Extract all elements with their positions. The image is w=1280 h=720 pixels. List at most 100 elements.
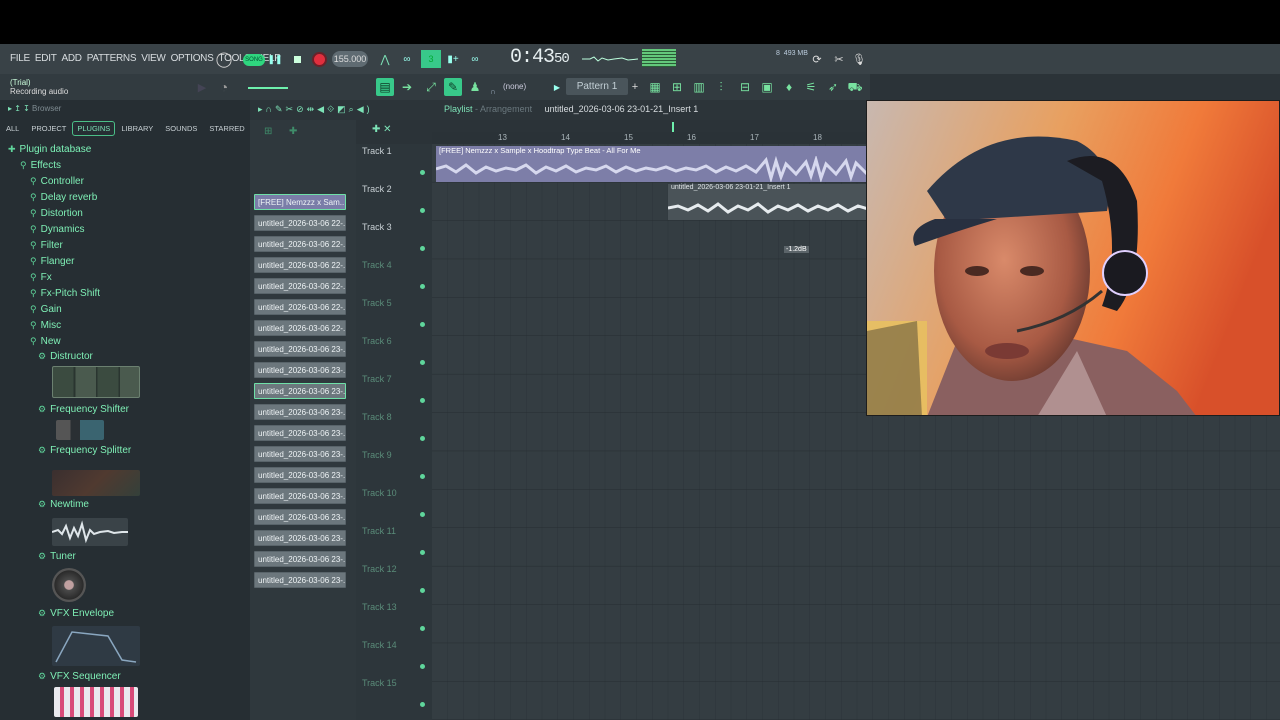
channel-rack-view-icon[interactable]: ▥: [690, 78, 708, 96]
track-mute-led[interactable]: [420, 550, 425, 555]
panel-arrow-icon[interactable]: ▶: [196, 78, 208, 96]
track-label[interactable]: Track 1: [362, 146, 392, 156]
track-label[interactable]: Track 8: [362, 412, 392, 422]
tree-folder-controller[interactable]: ⚲ Controller: [30, 176, 84, 187]
track-mute-led[interactable]: [420, 436, 425, 441]
track-mute-led[interactable]: [420, 474, 425, 479]
timeline-ruler[interactable]: 13 14 15 16 17 18: [432, 132, 868, 144]
cpu-icon[interactable]: ⟳: [808, 50, 826, 68]
menu-file[interactable]: FILE: [10, 53, 30, 64]
tab-project[interactable]: PROJECT: [25, 120, 72, 138]
clip-item[interactable]: untitled_2026-03-06 23-..: [254, 341, 346, 357]
tab-all[interactable]: ALL: [0, 120, 25, 138]
clip-item[interactable]: untitled_2026-03-06 23-..: [254, 530, 346, 546]
clip-item[interactable]: untitled_2026-03-06 22-..: [254, 257, 346, 273]
tree-folder-delay-reverb[interactable]: ⚲ Delay reverb: [30, 192, 97, 203]
vfx-envelope-thumbnail[interactable]: [52, 626, 140, 666]
plugin-tuner[interactable]: ⚙ Tuner: [38, 551, 76, 562]
track-label[interactable]: Track 3: [362, 222, 392, 232]
pattern-selector[interactable]: Pattern 1: [566, 78, 628, 95]
clip-item[interactable]: untitled_2026-03-06 23-..: [254, 488, 346, 504]
tree-folder-new[interactable]: ⚲ New: [30, 336, 61, 347]
clip-item[interactable]: untitled_2026-03-06 23-..: [254, 362, 346, 378]
browser-nav-icons[interactable]: ▸ ↥ ↧: [8, 104, 30, 113]
mic-icon[interactable]: 🎙: [852, 50, 866, 68]
playlist-icon[interactable]: ▦: [646, 78, 664, 96]
tree-folder-misc[interactable]: ⚲ Misc: [30, 320, 61, 331]
track-label[interactable]: Track 5: [362, 298, 392, 308]
track-mute-led[interactable]: [420, 664, 425, 669]
tab-starred[interactable]: STARRED: [203, 120, 250, 138]
tree-folder-distortion[interactable]: ⚲ Distortion: [30, 208, 83, 219]
master-knob-icon[interactable]: ◔: [216, 78, 232, 96]
tools-icon[interactable]: ✂: [830, 50, 848, 68]
blend-icon[interactable]: ▮+: [444, 50, 462, 68]
master-volume-slider[interactable]: [248, 87, 288, 89]
track-label[interactable]: Track 13: [362, 602, 397, 612]
piano-roll-icon[interactable]: ⤢: [422, 78, 440, 96]
track-label[interactable]: Track 10: [362, 488, 397, 498]
track-mute-led[interactable]: [420, 360, 425, 365]
stop-icon[interactable]: [291, 50, 303, 68]
tab-sounds[interactable]: SOUNDS: [159, 120, 203, 138]
metronome-icon[interactable]: ⋀: [376, 50, 394, 68]
track-mute-led[interactable]: [420, 322, 425, 327]
track-mute-led[interactable]: [420, 588, 425, 593]
cpu-knob-icon[interactable]: ◯: [214, 50, 234, 68]
touch-keyboard-icon[interactable]: ♦: [780, 78, 798, 96]
clip-item[interactable]: untitled_2026-03-06 22-..: [254, 236, 346, 252]
loop-record-icon[interactable]: ∞: [466, 50, 484, 68]
distructor-thumbnail[interactable]: [52, 366, 140, 398]
clip-item[interactable]: untitled_2026-03-06 23-..: [254, 404, 346, 420]
piano-roll-view-icon[interactable]: ⊞: [668, 78, 686, 96]
track-mute-led[interactable]: [420, 246, 425, 251]
track-label[interactable]: Track 7: [362, 374, 392, 384]
track-label[interactable]: Track 15: [362, 678, 397, 688]
clip-item[interactable]: untitled_2026-03-06 23-..: [254, 467, 346, 483]
track-mute-led[interactable]: [420, 398, 425, 403]
tuner-thumbnail[interactable]: [52, 568, 86, 602]
plugin-frequency-shifter[interactable]: ⚙ Frequency Shifter: [38, 404, 129, 415]
tree-folder-fx[interactable]: ⚲ Fx: [30, 272, 52, 283]
tree-folder-flanger[interactable]: ⚲ Flanger: [30, 256, 75, 267]
audio-clip-beat[interactable]: [FREE] Nemzzz x Sample x Hoodtrap Type B…: [436, 146, 868, 182]
song-mode-toggle[interactable]: SONG: [243, 54, 265, 66]
clip-item[interactable]: untitled_2026-03-06 23-..: [254, 383, 346, 399]
clip-item[interactable]: untitled_2026-03-06 23-..: [254, 425, 346, 441]
newtime-thumbnail[interactable]: [51, 518, 128, 546]
arrow-tool-icon[interactable]: ➔: [398, 78, 416, 96]
tree-plugin-database[interactable]: ✚ Plugin database: [8, 144, 91, 155]
track-mute-led[interactable]: [420, 170, 425, 175]
patcher-icon[interactable]: ⚟: [802, 78, 820, 96]
clip-item[interactable]: [FREE] Nemzzz x Sam..: [254, 194, 346, 210]
plugin-vfx-envelope[interactable]: ⚙ VFX Envelope: [38, 608, 114, 619]
plugin-picker-icon[interactable]: ▣: [758, 78, 776, 96]
add-track-icon[interactable]: ✚ ✕: [372, 124, 392, 135]
frequency-shifter-thumbnail[interactable]: [56, 420, 104, 440]
frequency-splitter-thumbnail[interactable]: [52, 470, 140, 496]
play-icon[interactable]: ❚❚: [267, 50, 282, 68]
mixer-icon[interactable]: ⫶: [712, 78, 730, 96]
track-mute-led[interactable]: [420, 702, 425, 707]
track-label[interactable]: Track 14: [362, 640, 397, 650]
clip-item[interactable]: untitled_2026-03-06 22-..: [254, 299, 346, 315]
countdown-toggle[interactable]: 3: [421, 50, 441, 68]
browser-view-icon[interactable]: ⊟: [736, 78, 754, 96]
plugin-newtime[interactable]: ⚙ Newtime: [38, 499, 89, 510]
menu-view[interactable]: VIEW: [141, 53, 166, 64]
track-label[interactable]: Track 4: [362, 260, 392, 270]
clip-item[interactable]: untitled_2026-03-06 22-..: [254, 215, 346, 231]
clip-item[interactable]: untitled_2026-03-06 22-..: [254, 278, 346, 294]
track-label[interactable]: Track 12: [362, 564, 397, 574]
tab-plugins[interactable]: PLUGINS: [72, 121, 116, 136]
audio-clip-insert[interactable]: untitled_2026-03-06 23-01-21_Insert 1: [668, 184, 868, 220]
add-pattern-icon[interactable]: +: [630, 78, 640, 96]
record-button[interactable]: [312, 52, 327, 67]
track-label[interactable]: Track 11: [362, 526, 396, 536]
track-mute-led[interactable]: [420, 208, 425, 213]
clip-item[interactable]: untitled_2026-03-06 23-..: [254, 572, 346, 588]
track-mute-led[interactable]: [420, 512, 425, 517]
pencil-link-icon[interactable]: ✎: [444, 78, 462, 96]
plugin-distructor[interactable]: ⚙ Distructor: [38, 351, 93, 362]
tab-library[interactable]: LIBRARY: [115, 120, 159, 138]
